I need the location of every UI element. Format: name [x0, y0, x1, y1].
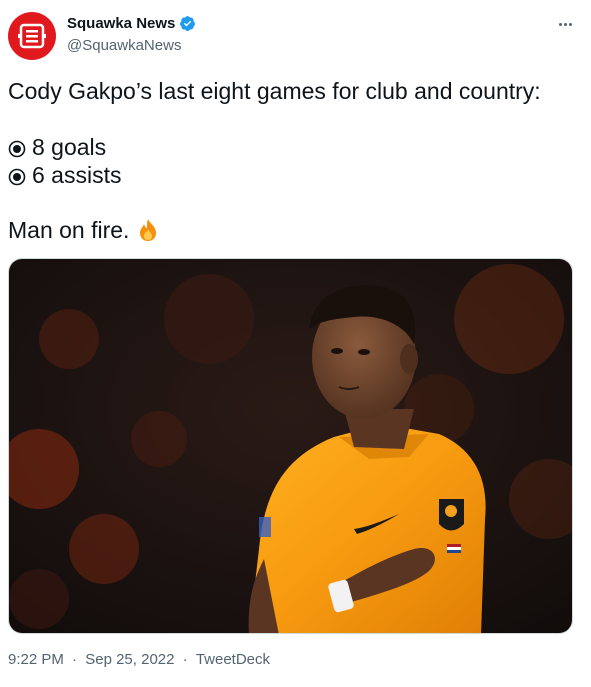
tweet-source[interactable]: TweetDeck: [196, 651, 270, 668]
tweet-date[interactable]: Sep 25, 2022: [85, 651, 174, 668]
stat-goals: 8 goals: [32, 134, 107, 160]
fire-emoji-icon: [140, 219, 157, 241]
tweet-metadata: 9:22 PM · Sep 25, 2022 · TweetDeck: [8, 651, 271, 668]
tweet-text-intro: Cody Gakpo’s last eight games for club a…: [8, 78, 541, 104]
verified-badge-icon: [180, 16, 196, 31]
football-player-photo: [9, 259, 572, 633]
tweet-media-photo[interactable]: [8, 258, 573, 634]
stat-line-goals: 8 goals: [8, 133, 106, 161]
author-handle[interactable]: @SquawkaNews: [67, 37, 181, 54]
stat-assists: 6 assists: [32, 162, 122, 188]
stat-line-assists: 6 assists: [8, 161, 121, 189]
author-name-row[interactable]: Squawka News: [67, 15, 196, 32]
radio-button-icon: [8, 168, 26, 186]
avatar[interactable]: [8, 12, 56, 60]
tweet-text-closing: Man on fire.: [8, 216, 161, 244]
closing-text: Man on fire.: [8, 217, 130, 243]
author-name[interactable]: Squawka News: [67, 15, 175, 32]
squawka-logo-icon: [18, 23, 46, 49]
more-options-icon[interactable]: [553, 14, 577, 34]
tweet-time[interactable]: 9:22 PM: [8, 651, 64, 668]
radio-button-icon: [8, 140, 26, 158]
